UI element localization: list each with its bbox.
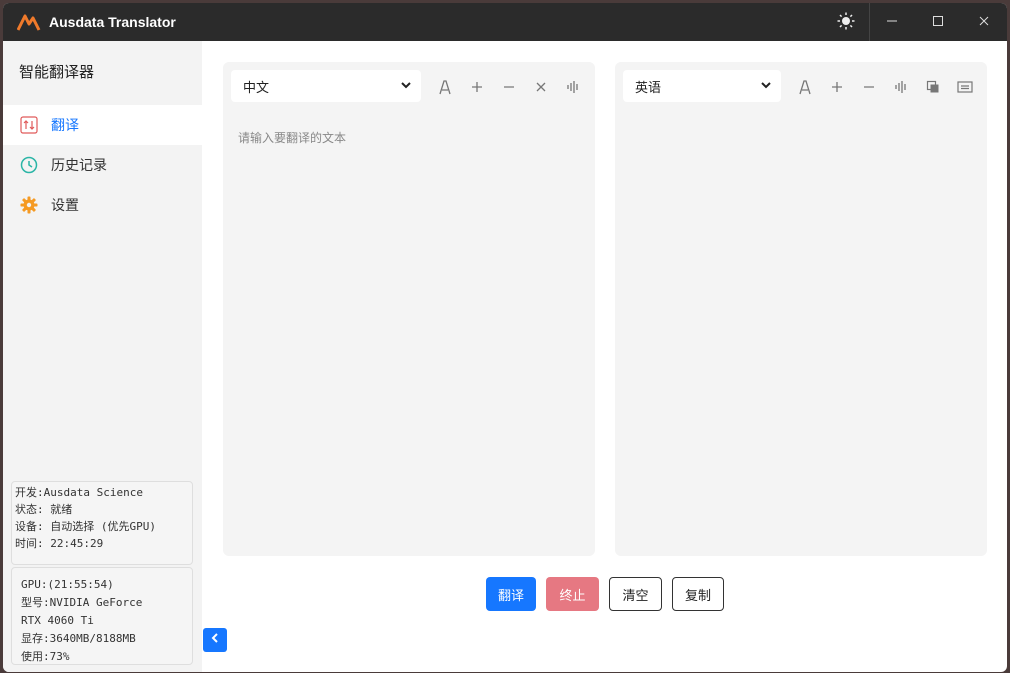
sidebar-item-history[interactable]: 历史记录 <box>3 145 202 185</box>
minimize-button[interactable] <box>869 3 915 41</box>
copy-icon[interactable] <box>924 78 942 96</box>
stop-button[interactable]: 终止 <box>546 577 599 611</box>
sidebar-item-label: 翻译 <box>51 118 79 134</box>
increase-font-icon[interactable] <box>468 78 486 96</box>
sidebar-item-settings[interactable]: 设置 <box>3 185 202 225</box>
target-panel: 英语 <box>615 62 987 556</box>
developer-text: 开发:Ausdata Science <box>15 486 143 499</box>
theme-toggle-button[interactable] <box>823 3 869 41</box>
chevron-down-icon <box>399 78 413 96</box>
voice-icon[interactable] <box>564 78 582 96</box>
app-logo-icon <box>16 12 41 32</box>
device-text: 设备: 自动选择 (优先GPU) <box>15 520 156 533</box>
text-icon[interactable] <box>956 78 974 96</box>
chevron-down-icon <box>759 78 773 96</box>
close-icon <box>978 14 990 30</box>
gpu-timestamp: GPU:(21:55:54) <box>21 578 114 591</box>
gpu-model: 型号:NVIDIA GeForce <box>21 596 143 609</box>
gpu-info-panel: GPU:(21:55:54) 型号:NVIDIA GeForce RTX 406… <box>11 567 193 665</box>
gpu-usage: 使用:73% <box>21 650 70 663</box>
gear-icon <box>19 195 39 215</box>
translate-button[interactable]: 翻译 <box>486 577 536 611</box>
app-title: Ausdata Translator <box>49 14 176 30</box>
sidebar: 智能翻译器 翻译 历史记录 设置 开发:Ausdata Science 状态: … <box>3 41 202 672</box>
gpu-model-cont: RTX 4060 Ti <box>21 614 94 627</box>
maximize-icon <box>932 14 944 30</box>
app-window: Ausdata Translator 智能翻译器 翻译 历史记录 设置 开发:A… <box>3 3 1007 672</box>
decrease-font-icon[interactable] <box>500 78 518 96</box>
chevron-left-icon <box>209 631 221 649</box>
status-info-panel: 开发:Ausdata Science 状态: 就绪 设备: 自动选择 (优先GP… <box>11 481 193 565</box>
swap-arrows-icon <box>19 115 39 135</box>
clock-icon <box>19 155 39 175</box>
sidebar-item-label: 设置 <box>51 198 79 214</box>
sun-icon <box>837 12 855 33</box>
font-icon[interactable] <box>436 78 454 96</box>
sidebar-item-label: 历史记录 <box>51 158 107 174</box>
clear-text-icon[interactable] <box>532 78 550 96</box>
title-bar[interactable]: Ausdata Translator <box>3 3 1007 41</box>
close-window-button[interactable] <box>961 3 1007 41</box>
sidebar-title: 智能翻译器 <box>19 63 95 81</box>
time-text: 时间: 22:45:29 <box>15 537 104 550</box>
clear-button[interactable]: 清空 <box>609 577 662 611</box>
source-panel: 中文 请输入要翻译的文本 <box>223 62 595 556</box>
copy-button[interactable]: 复制 <box>672 577 724 611</box>
source-text-placeholder[interactable]: 请输入要翻译的文本 <box>238 129 346 146</box>
sidebar-item-translate[interactable]: 翻译 <box>3 105 202 145</box>
status-text: 状态: 就绪 <box>15 503 73 516</box>
source-language-select[interactable]: 中文 <box>231 70 421 102</box>
font-icon[interactable] <box>796 78 814 96</box>
collapse-sidebar-button[interactable] <box>203 628 227 652</box>
target-language-select[interactable]: 英语 <box>623 70 781 102</box>
gpu-memory: 显存:3640MB/8188MB <box>21 632 136 645</box>
minimize-icon <box>886 14 898 30</box>
voice-icon[interactable] <box>892 78 910 96</box>
maximize-button[interactable] <box>915 3 961 41</box>
target-language-value: 英语 <box>635 80 662 96</box>
source-language-value: 中文 <box>243 80 270 96</box>
decrease-font-icon[interactable] <box>860 78 878 96</box>
increase-font-icon[interactable] <box>828 78 846 96</box>
